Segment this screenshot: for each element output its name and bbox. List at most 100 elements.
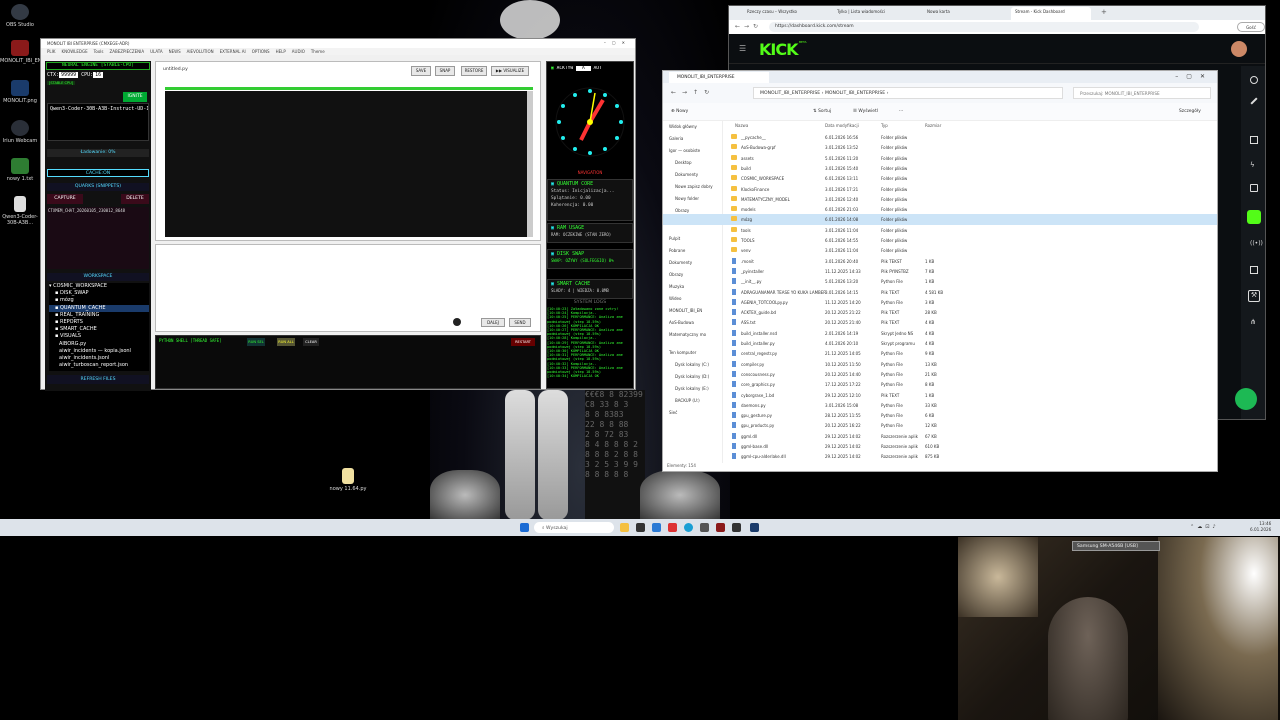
folder-row[interactable]: TOOLS 6.01.2026 14:55 Folder plików (663, 235, 1217, 245)
file-row[interactable]: __init__.py 5.01.2026 13:20 Python File 1 K… (663, 276, 1217, 286)
tree-item[interactable]: aiwir_incidents.jsonl (49, 355, 149, 362)
ctx-input[interactable]: 99999 (59, 72, 79, 78)
menu-help[interactable]: HELP (276, 49, 286, 54)
folder-row[interactable]: mózg 6.01.2026 14:08 Folder plików (663, 214, 1217, 225)
tray-icons[interactable]: ⌃☁⊡♪ (1190, 524, 1219, 530)
details-button[interactable]: Szczegóły (1179, 109, 1201, 114)
more-button[interactable]: ··· (899, 109, 903, 114)
share-icon[interactable]: ⋔ (1250, 318, 1258, 326)
crop-icon[interactable] (1250, 136, 1258, 144)
actyw-input[interactable]: A (575, 66, 591, 71)
window-controls[interactable]: –▢✕ (604, 40, 631, 45)
file-row[interactable]: ggml.dll 29.12.2025 14:02 Rozszerzenie apl… (663, 431, 1217, 441)
layout-icon[interactable] (1250, 266, 1258, 274)
broadcast-icon[interactable]: ((•)) (1250, 240, 1263, 248)
tree-item[interactable]: aiwir_turboscan_report.json (49, 362, 149, 369)
cpu-input[interactable]: 16 (93, 72, 104, 78)
folder-row[interactable]: tools 3.01.2026 11:04 Folder plików (663, 225, 1217, 235)
file-row[interactable]: _pyinstaller 11.12.2025 14:33 Plik PYINSTB… (663, 266, 1217, 276)
app-icon[interactable] (732, 523, 741, 532)
explorer-breadcrumb[interactable]: MONOLIT_IBI_ENTERPRISE › MONOLIT_IBI_ENT… (753, 87, 1063, 99)
nav-buttons[interactable]: ←→↻ (735, 23, 762, 30)
desktop-icon-monolit-png[interactable]: MONOLIT.png (0, 80, 40, 104)
chat-icon[interactable] (1247, 210, 1261, 224)
menu-options[interactable]: OPTIONS (252, 49, 270, 54)
file-row[interactable]: daemons.py 3.01.2026 15:08 Python File 33 K… (663, 400, 1217, 410)
menu-aievolution[interactable]: AIEVOLUTION (187, 49, 214, 54)
desktop-icon-qwen[interactable]: Qwen3-Coder-30B-A3B... (0, 196, 40, 226)
file-row[interactable]: build_installer.nsd 2.01.2026 14:19 Skrypt… (663, 328, 1217, 338)
file-row[interactable]: build_installer.py 4.01.2026 20:10 Skrypt … (663, 338, 1217, 348)
ignite-button[interactable]: IGNITE (123, 92, 147, 102)
file-row[interactable]: compiler.py 10.12.2025 11:50 Python File 13… (663, 359, 1217, 369)
tree-item[interactable]: ▪ SMART_CACHE (49, 326, 149, 333)
browser-tab[interactable]: Rzeczy czasu – Wszystko (747, 9, 817, 14)
phone-icon[interactable] (1250, 184, 1258, 192)
python-shell[interactable] (155, 335, 541, 389)
bolt-icon[interactable]: ϟ (1250, 161, 1258, 169)
desktop-icon-nowy[interactable]: nowy 1.txt (0, 158, 40, 182)
profile-button[interactable]: Gość (1237, 22, 1265, 32)
tree-item[interactable]: ▾ COSMIC_WORKSPACE (49, 283, 149, 290)
file-row[interactable]: ggml-base.dll 29.12.2025 14:02 Rozszerzeni… (663, 441, 1217, 451)
camera-device-select[interactable]: Samsung SM-A546B [USB] (1072, 541, 1160, 551)
file-row[interactable]: AGENIA_TOTCOOLpy.py 11.12.2025 14:20 Pytho… (663, 297, 1217, 307)
file-row[interactable]: ACKTEX_guide.bd 20.12.2025 21:22 Plik TEXT… (663, 307, 1217, 317)
app-icon[interactable] (700, 523, 709, 532)
editor-filename[interactable]: untitled.py (163, 67, 233, 75)
app-icon[interactable] (716, 523, 725, 532)
app-icon[interactable] (668, 523, 677, 532)
restore-button[interactable]: RESTORE (461, 66, 487, 76)
edit-icon[interactable] (1250, 97, 1258, 105)
restart-button[interactable]: RESTART (511, 338, 535, 346)
wrench-icon[interactable]: ⚒ (1248, 290, 1260, 302)
menu-external-ai[interactable]: EXTERNAL AI (220, 49, 246, 54)
explorer-tab[interactable]: MONOLIT_IBI_ENTERPRISE (669, 72, 769, 83)
clock[interactable]: 13:46 6.01.2026 (1250, 521, 1271, 533)
tree-item[interactable]: ▪ REPORTS (49, 319, 149, 326)
explorer-nav-buttons[interactable]: ←→↑↻ (671, 89, 715, 96)
file-row[interactable]: core_graphics.py 17.12.2025 17:22 Python F… (663, 379, 1217, 389)
view-button[interactable]: ☰ Wyświetl (853, 109, 878, 114)
menu-news[interactable]: NEWS (169, 49, 181, 54)
folder-icon[interactable] (620, 523, 629, 532)
sort-button[interactable]: ⇅ Sortuj (813, 109, 831, 114)
file-row[interactable]: .monit 3.01.2026 20:40 Plik TEKST 1 KB (663, 256, 1217, 266)
address-bar[interactable]: https://dashboard.kick.com/stream (769, 22, 1199, 32)
folder-row[interactable]: COSMIC_WORKSPACE 6.01.2026 13:11 Folder pl… (663, 173, 1217, 183)
folder-row[interactable]: assets 5.01.2026 11:20 Folder plików (663, 153, 1217, 163)
save-button[interactable]: SAVE (411, 66, 431, 76)
menu-plik[interactable]: PLIK (47, 49, 55, 54)
edge-icon[interactable] (684, 523, 693, 532)
file-row[interactable]: conscousness.py 20.12.2025 14:40 Python Fi… (663, 369, 1217, 379)
record-icon[interactable] (453, 318, 461, 326)
snap-button[interactable]: SNAP (435, 66, 455, 76)
new-button[interactable]: ⊕ Nowy (671, 109, 688, 114)
avatar[interactable] (1231, 41, 1247, 57)
kick-logo[interactable]: KICK (759, 40, 798, 59)
tree-item[interactable]: aiwir_incidents — kopia.jsonl (49, 348, 149, 355)
info-icon[interactable] (1250, 76, 1258, 84)
folder-row[interactable]: __pycache__ 6.01.2026 16:56 Folder plików (663, 132, 1217, 142)
col-size[interactable]: Rozmiar (925, 123, 941, 128)
menu-tools[interactable]: Tools (94, 49, 104, 54)
menu-audio[interactable]: AUDIO (292, 49, 305, 54)
tree-item[interactable]: AIBORG.py (49, 341, 149, 348)
start-icon[interactable] (520, 523, 529, 532)
store-icon[interactable] (652, 523, 661, 532)
app-icon[interactable] (750, 523, 759, 532)
file-row[interactable]: gpu_gesture.py 28.12.2025 11:55 Python Fil… (663, 410, 1217, 420)
file-row[interactable]: ADRAGUANAMAR TEASE YO KUKA LAMBER 3.01.20… (663, 287, 1217, 297)
col-name[interactable]: Nazwa (735, 123, 748, 128)
file-row[interactable]: ggml-cpu-alderlake.dll 29.12.2025 14:02 Ro… (663, 451, 1217, 461)
run-sel-button[interactable]: RUN SEL (247, 338, 265, 346)
tree-item[interactable]: ▪ REAL_TRAINING (49, 312, 149, 319)
menu-ulata[interactable]: ULATA (150, 49, 163, 54)
refresh-files-button[interactable]: REFRESH FILES (47, 375, 149, 384)
file-row[interactable]: ASS.txt 20.12.2025 21:40 Plik TEXT 4 KB (663, 317, 1217, 327)
menu-icon[interactable]: ☰ (739, 44, 746, 53)
folder-row[interactable]: models 6.01.2026 21:03 Folder plików (663, 204, 1217, 214)
terminal-icon[interactable] (636, 523, 645, 532)
editor-scrollbar[interactable] (527, 91, 533, 237)
quark-item[interactable]: CTXMEM_CHAT_20260105_230012_8648 (47, 207, 149, 214)
